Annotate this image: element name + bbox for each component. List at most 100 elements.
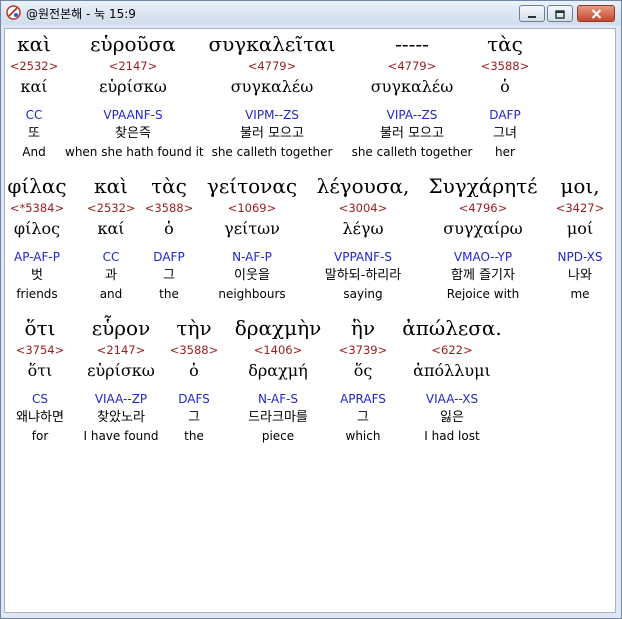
- verse-line-1: καὶ <2532> καί CC 또 And εὑροῦσα <2147> ε…: [5, 29, 615, 169]
- english-gloss: she calleth together: [211, 145, 333, 159]
- lemma: δραχμή: [248, 361, 308, 380]
- english-gloss: she calleth together: [351, 145, 473, 159]
- korean-gloss: 그: [188, 410, 200, 425]
- korean-gloss: 드라크마를: [248, 410, 308, 425]
- greek-word: λέγουσα,: [316, 174, 410, 198]
- word-cell[interactable]: λέγουσα, <3004> λέγω VPPANF-S 말하되-하리라 sa…: [309, 171, 417, 311]
- strong-number: <1406>: [253, 343, 303, 357]
- korean-gloss: 벗: [31, 268, 43, 283]
- lemma: ὁ: [164, 219, 174, 238]
- minimize-icon: [527, 4, 537, 23]
- interlinear-view[interactable]: καὶ <2532> καί CC 또 And εὑροῦσα <2147> ε…: [4, 28, 616, 613]
- lemma: ὅς: [353, 361, 373, 380]
- greek-word: ὅτι: [24, 316, 56, 340]
- english-gloss: friends: [16, 287, 58, 301]
- greek-word: δραχμὴν: [234, 316, 322, 340]
- strong-number: <*5384>: [9, 201, 65, 215]
- korean-gloss: 과: [105, 268, 117, 283]
- korean-gloss: 불러 모으고: [380, 126, 444, 141]
- parsing-code: VIPA--ZS: [386, 108, 438, 122]
- parsing-code: CC: [102, 250, 120, 264]
- verse-line-2: φίλας <*5384> φίλος AP-AF-P 벗 friends κα…: [5, 171, 615, 311]
- verse-line-3: ὅτι <3754> ὅτι CS 왜냐하면 for εὗρον <2147> …: [5, 313, 615, 453]
- word-cell[interactable]: γείτονας <1069> γείτων N-AF-P 이웃을 neighb…: [201, 171, 303, 311]
- word-cell[interactable]: Συγχάρητέ <4796> συγχαίρω VMAO--YP 함께 즐기…: [419, 171, 547, 311]
- english-gloss: I have found: [83, 429, 159, 443]
- greek-word: τὰς: [487, 32, 523, 56]
- english-gloss: neighbours: [218, 287, 286, 301]
- word-cell[interactable]: φίλας <*5384> φίλος AP-AF-P 벗 friends: [5, 171, 69, 311]
- parsing-code: DAFS: [178, 392, 210, 406]
- lemma: ὁ: [189, 361, 199, 380]
- word-cell[interactable]: τὰς <3588> ὁ DAFP 그 the: [143, 171, 195, 311]
- word-cell[interactable]: ἣν <3739> ὅς APRAFS 그 which: [329, 313, 397, 453]
- lemma: συγχαίρω: [443, 219, 523, 238]
- korean-gloss: 왜냐하면: [16, 410, 64, 425]
- parsing-code: CS: [32, 392, 48, 406]
- parsing-code: VPAANF-S: [103, 108, 163, 122]
- parsing-code: VIPM--ZS: [245, 108, 299, 122]
- strong-number: <2532>: [9, 59, 59, 73]
- parsing-code: N-AF-S: [257, 392, 299, 406]
- parsing-code: APRAFS: [340, 392, 386, 406]
- strong-number: <4796>: [458, 201, 508, 215]
- strong-number: <3427>: [555, 201, 605, 215]
- word-cell[interactable]: τὴν <3588> ὁ DAFS 그 the: [167, 313, 221, 453]
- word-cell[interactable]: εὗρον <2147> εὑρίσκω VIAA--ZP 찾았노라 I hav…: [79, 313, 163, 453]
- strong-number: <3588>: [480, 59, 530, 73]
- english-gloss: Rejoice with: [446, 287, 520, 301]
- greek-word: εὗρον: [91, 316, 151, 340]
- english-gloss: and: [99, 287, 123, 301]
- word-cell[interactable]: μοι, <3427> μοί NPD-XS 나와 me: [549, 171, 611, 311]
- maximize-icon: [555, 4, 565, 23]
- strong-number: <4779>: [387, 59, 437, 73]
- lemma: συγκαλέω: [230, 77, 314, 96]
- word-cell[interactable]: ----- <4779> συγκαλέω VIPA--ZS 불러 모으고 sh…: [345, 29, 479, 169]
- word-cell[interactable]: εὑροῦσα <2147> εὑρίσκω VPAANF-S 찾은즉 when…: [65, 29, 204, 169]
- lemma: φίλος: [13, 219, 61, 238]
- english-gloss: which: [345, 429, 381, 443]
- word-cell[interactable]: ἀπώλεσα. <622> ἀπόλλυμι VIAA--XS 잃은 I ha…: [399, 313, 505, 453]
- word-cell[interactable]: συγκαλεῖται <4779> συγκαλέω VIPM--ZS 불러 …: [205, 29, 339, 169]
- strong-number: <3588>: [144, 201, 194, 215]
- greek-word: τὴν: [176, 316, 212, 340]
- english-gloss: I had lost: [424, 429, 480, 443]
- app-logo-icon: [6, 5, 21, 20]
- korean-gloss: 찾은즉: [115, 126, 151, 141]
- strong-number: <3004>: [338, 201, 388, 215]
- strong-number: <4779>: [247, 59, 297, 73]
- english-gloss: saying: [343, 287, 383, 301]
- lemma: καί: [97, 219, 125, 238]
- korean-gloss: 말하되-하리라: [324, 268, 402, 283]
- greek-word: ἀπώλεσα.: [402, 316, 502, 340]
- greek-word: καὶ: [94, 174, 128, 198]
- word-cell[interactable]: τὰς <3588> ὁ DAFP 그녀 her: [479, 29, 531, 169]
- strong-number: <2147>: [96, 343, 146, 357]
- window-title: @원전본해 - 눅 15:9: [26, 7, 136, 21]
- greek-word: τὰς: [151, 174, 187, 198]
- close-button[interactable]: [577, 5, 615, 22]
- lemma: λέγω: [342, 219, 384, 238]
- word-cell[interactable]: καὶ <2532> καί CC 또 And: [5, 29, 63, 169]
- strong-number: <2147>: [108, 59, 158, 73]
- greek-word: ἣν: [350, 316, 376, 340]
- word-cell[interactable]: καὶ <2532> καί CC 과 and: [87, 171, 136, 311]
- parsing-code: DAFP: [153, 250, 185, 264]
- title-bar[interactable]: @원전본해 - 눅 15:9: [1, 1, 621, 25]
- lemma: ὁ: [500, 77, 510, 96]
- strong-number: <2532>: [87, 201, 136, 215]
- parsing-code: VPPANF-S: [334, 250, 392, 264]
- greek-word: -----: [395, 32, 429, 56]
- english-gloss: the: [159, 287, 179, 301]
- word-cell[interactable]: ὅτι <3754> ὅτι CS 왜냐하면 for: [7, 313, 73, 453]
- korean-gloss: 함께 즐기자: [451, 268, 515, 283]
- english-gloss: me: [570, 287, 590, 301]
- lemma: ἀπόλλυμι: [413, 361, 491, 380]
- english-gloss: piece: [261, 429, 295, 443]
- word-cell[interactable]: δραχμὴν <1406> δραχμή N-AF-S 드라크마를 piece: [227, 313, 329, 453]
- maximize-button[interactable]: [547, 5, 573, 22]
- greek-word: φίλας: [7, 174, 67, 198]
- korean-gloss: 그녀: [493, 126, 517, 141]
- parsing-code: DAFP: [489, 108, 521, 122]
- minimize-button[interactable]: [519, 5, 545, 22]
